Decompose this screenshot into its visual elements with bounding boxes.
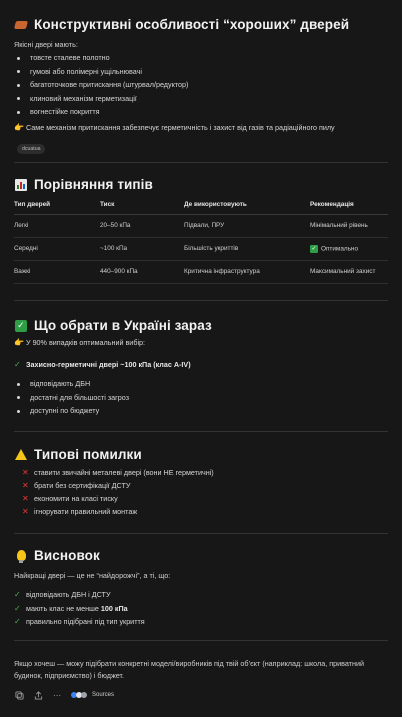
check-icon: ✓ (14, 360, 21, 369)
sources-label[interactable]: Sources (92, 692, 114, 698)
list-item: ✕ економити на класі тиску (14, 492, 384, 505)
table-row: Легкі 20–50 кПа Підвали, ПРУ Мінімальний… (14, 214, 388, 238)
list-item: ✓ правильно підібрані під тип укриття (14, 615, 384, 629)
list-item: відповідають ДБН (14, 377, 384, 391)
sources-button[interactable]: Sources (71, 692, 114, 698)
mistakes-list: ✕ ставити звичайні металеві двері (вони Н… (14, 466, 384, 518)
table-cell: Більшість укриттів (184, 237, 310, 261)
section-choose-title: Що обрати в Україні зараз (34, 318, 212, 333)
construct-note: 👉 Саме механізм притискання забезпечує г… (14, 123, 394, 132)
source-tag[interactable]: dcuatua (17, 137, 46, 155)
list-item-text: мають клас не менше (26, 603, 99, 613)
list-item-text: ігнорувати правильний монтаж (34, 507, 138, 516)
copy-icon[interactable] (14, 690, 24, 700)
construct-note-text: Саме механізм притискання забезпечує гер… (26, 123, 335, 132)
table-cell: 20–50 кПа (100, 214, 184, 238)
table-cell: Середні (14, 237, 100, 261)
section-mistakes-heading: Типові помилки (14, 447, 142, 462)
section-conclusion-title: Висновок (34, 548, 100, 563)
column-header: Рекомендація (310, 196, 388, 215)
divider (14, 300, 388, 301)
cross-icon: ✕ (22, 507, 29, 516)
more-icon[interactable]: ⋯ (52, 690, 62, 700)
divider (14, 640, 388, 641)
construct-intro: Якісні двері мають: (14, 40, 78, 49)
list-item: ✓ відповідають ДБН і ДСТУ (14, 588, 384, 602)
message-actions: ⋯ Sources (14, 690, 114, 700)
list-item: гумові або полімерні ущільнювачі (14, 65, 384, 79)
table-cell: Підвали, ПРУ (184, 214, 310, 238)
construct-list: товсте сталеве полотно гумові або поліме… (14, 51, 384, 119)
check-box-icon: ✓ (14, 319, 28, 333)
bar-chart-icon (14, 178, 28, 192)
section-construct-heading: Конструктивні особливості “хороших” двер… (13, 17, 350, 32)
list-item: вогнестійке покриття (14, 105, 384, 119)
list-item: ✕ брати без сертифікації ДСТУ (14, 479, 384, 492)
cross-icon: ✕ (22, 481, 29, 490)
choose-checked-text: Захисно-герметичні двері ~100 кПа (клас … (26, 360, 191, 369)
list-item-text: брати без сертифікації ДСТУ (34, 481, 131, 490)
choose-checked: ✓ Захисно-герметичні двері ~100 кПа (кла… (14, 360, 191, 369)
share-icon[interactable] (33, 690, 43, 700)
column-header: Тип дверей (14, 196, 100, 215)
list-item: ✓ мають клас не менше 100 кПа (14, 602, 384, 616)
list-item: ✕ ставити звичайні металеві двері (вони Н… (14, 466, 384, 479)
list-item-bold: 100 кПа (100, 603, 128, 613)
pointing-hand-icon: 👉 (14, 123, 24, 132)
cross-icon: ✕ (22, 468, 29, 477)
compare-table: Тип дверей Тиск Де використовують Рекоме… (14, 196, 388, 284)
section-compare-heading: Порівняння типів (14, 177, 153, 192)
check-icon: ✓ (14, 590, 21, 600)
table-header-row: Тип дверей Тиск Де використовують Рекоме… (14, 196, 388, 215)
table-cell: 440–900 кПа (100, 260, 184, 284)
column-header: Тиск (100, 196, 184, 215)
conclusion-intro: Найкращі двері — це не “найдорожчі”, а т… (14, 571, 171, 580)
list-item-text: економити на класі тиску (34, 494, 118, 503)
divider (14, 431, 388, 432)
chat-response: Конструктивні особливості “хороших” двер… (0, 0, 402, 717)
table-cell: Мінімальний рівень (310, 214, 388, 238)
table-cell-text: Оптимально (321, 245, 359, 252)
pointing-hand-icon: 👉 (14, 338, 24, 347)
column-header: Де використовують (184, 196, 310, 215)
section-conclusion-heading: Висновок (14, 548, 100, 563)
cross-icon: ✕ (22, 494, 29, 503)
divider (14, 162, 388, 163)
table-cell: ~100 кПа (100, 237, 184, 261)
table-cell: Критична інфраструктура (184, 260, 310, 284)
list-item: клиновий механізм герметизації (14, 92, 384, 106)
table-row: Середні ~100 кПа Більшість укриттів ✓ Опт… (14, 237, 388, 261)
choose-list: відповідають ДБН достатні для більшості … (14, 377, 384, 418)
table-cell-recommended: ✓ Оптимально (310, 237, 388, 261)
divider (14, 533, 388, 534)
list-item-text: правильно підібрані під тип укриття (26, 617, 145, 627)
list-item: доступні по бюджету (14, 404, 384, 418)
conclusion-list: ✓ відповідають ДБН і ДСТУ ✓ мають клас не … (14, 588, 384, 629)
table-cell: Важкі (14, 260, 100, 284)
brick-icon (13, 18, 29, 32)
section-mistakes-title: Типові помилки (34, 447, 142, 462)
section-choose-heading: ✓ Що обрати в Україні зараз (14, 318, 212, 333)
table-cell: Максимальний захист (310, 260, 388, 284)
list-item-text: відповідають ДБН і ДСТУ (26, 590, 111, 600)
list-item: достатні для більшості загроз (14, 391, 384, 405)
list-item: товсте сталеве полотно (14, 51, 384, 65)
list-item: ✕ ігнорувати правильний монтаж (14, 505, 384, 518)
list-item-text: ставити звичайні металеві двері (вони НЕ… (34, 468, 214, 477)
choose-pointer-text: У 90% випадків оптимальний вибір: (26, 338, 146, 347)
light-bulb-icon (14, 549, 28, 563)
table-row: Важкі 440–900 кПа Критична інфраструктур… (14, 260, 388, 284)
table-cell: Легкі (14, 214, 100, 238)
section-compare-title: Порівняння типів (34, 177, 153, 192)
check-icon: ✓ (14, 617, 21, 627)
followup-text: Якщо хочеш — можу підібрати конкретні мо… (14, 659, 364, 680)
check-icon: ✓ (310, 244, 318, 253)
check-icon: ✓ (14, 603, 21, 613)
section-construct-title: Конструктивні особливості “хороших” двер… (34, 17, 350, 32)
list-item: багатоточкове притискання (штурвал/редук… (14, 78, 384, 92)
choose-pointer: 👉 У 90% випадків оптимальний вибір: (14, 338, 145, 347)
warning-icon (14, 448, 28, 462)
source-tag-label[interactable]: dcuatua (17, 144, 46, 154)
source-favicon-icon (81, 692, 87, 698)
